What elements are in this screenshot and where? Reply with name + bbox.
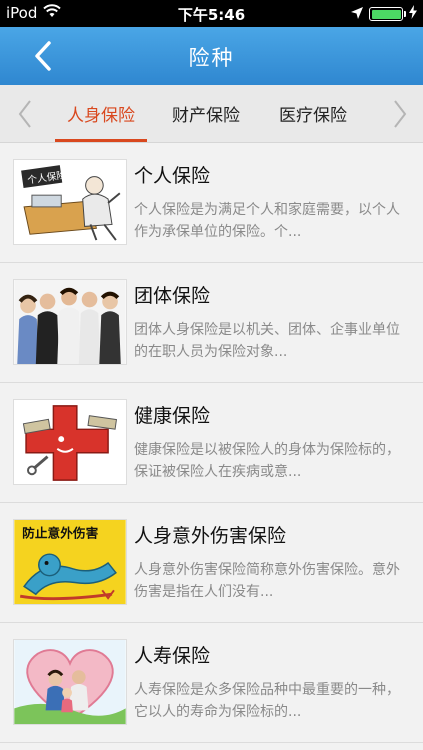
family-heart-photo [13,639,127,725]
chevron-right-icon [394,100,407,128]
battery-icon [369,7,406,21]
tab-scroll-left-button[interactable] [15,98,35,130]
item-description: 人身意外伤害保险简称意外伤害保险。意外伤害是指在人们没有... [134,562,400,600]
item-title: 个人保险 [134,165,211,187]
item-description: 个人保险是为满足个人和家庭需要，以个人作为承保单位的保险。个... [134,202,400,240]
tab-scroll-right-button[interactable] [390,98,410,130]
list-item[interactable]: 团体保险 团体人身保险是以机关、团体、企事业单位的在职人员为保险对象... [0,263,423,383]
page-title: 险种 [188,46,235,70]
tab-property-insurance[interactable]: 财产保险 [163,85,249,142]
insurance-list: 个人保险 个人保险 个人保险是为满足个人和家庭需要，以个人作为承保单位的保险。个… [0,143,423,743]
item-title: 人身意外伤害保险 [134,525,287,547]
red-cross-illustration [13,399,127,485]
location-arrow-icon [351,5,363,23]
tab-medical-insurance[interactable]: 医疗保险 [270,85,356,142]
thumb-caption-label: 防止意外伤害 [22,526,98,541]
item-title: 团体保险 [134,285,211,307]
item-description: 团体人身保险是以机关、团体、企事业单位的在职人员为保险对象... [134,322,400,360]
list-item[interactable]: 防止意外伤害 人身意外伤害保险 人身意外伤害保险简称意外伤害保险。意外伤害是指在… [0,503,423,623]
list-item[interactable]: 健康保险 健康保险是以被保险人的身体为保险标的，保证被保险人在疾病或意... [0,383,423,503]
status-bar: iPod 下午5:46 [0,0,423,27]
item-description: 人寿保险是众多保险品种中最重要的一种，它以人的寿命为保险标的... [134,682,400,720]
charging-bolt-icon [409,5,417,23]
category-tab-bar: 人身保险 财产保险 医疗保险 [0,85,423,143]
item-description: 健康保险是以被保险人的身体为保险标的，保证被保险人在疾病或意... [134,442,400,480]
list-item[interactable]: 个人保险 个人保险 个人保险是为满足个人和家庭需要，以个人作为承保单位的保险。个… [0,143,423,263]
navigation-bar: 险种 [0,27,423,85]
list-item[interactable]: 人寿保险 人寿保险是众多保险品种中最重要的一种，它以人的寿命为保险标的... [0,623,423,743]
item-title: 健康保险 [134,405,211,427]
tab-personal-insurance[interactable]: 人身保险 [55,85,147,142]
office-worker-illustration: 个人保险 [13,159,127,245]
item-title: 人寿保险 [134,645,211,667]
fallen-person-illustration: 防止意外伤害 [13,519,127,605]
chevron-left-icon [18,100,31,128]
group-photo [13,279,127,365]
